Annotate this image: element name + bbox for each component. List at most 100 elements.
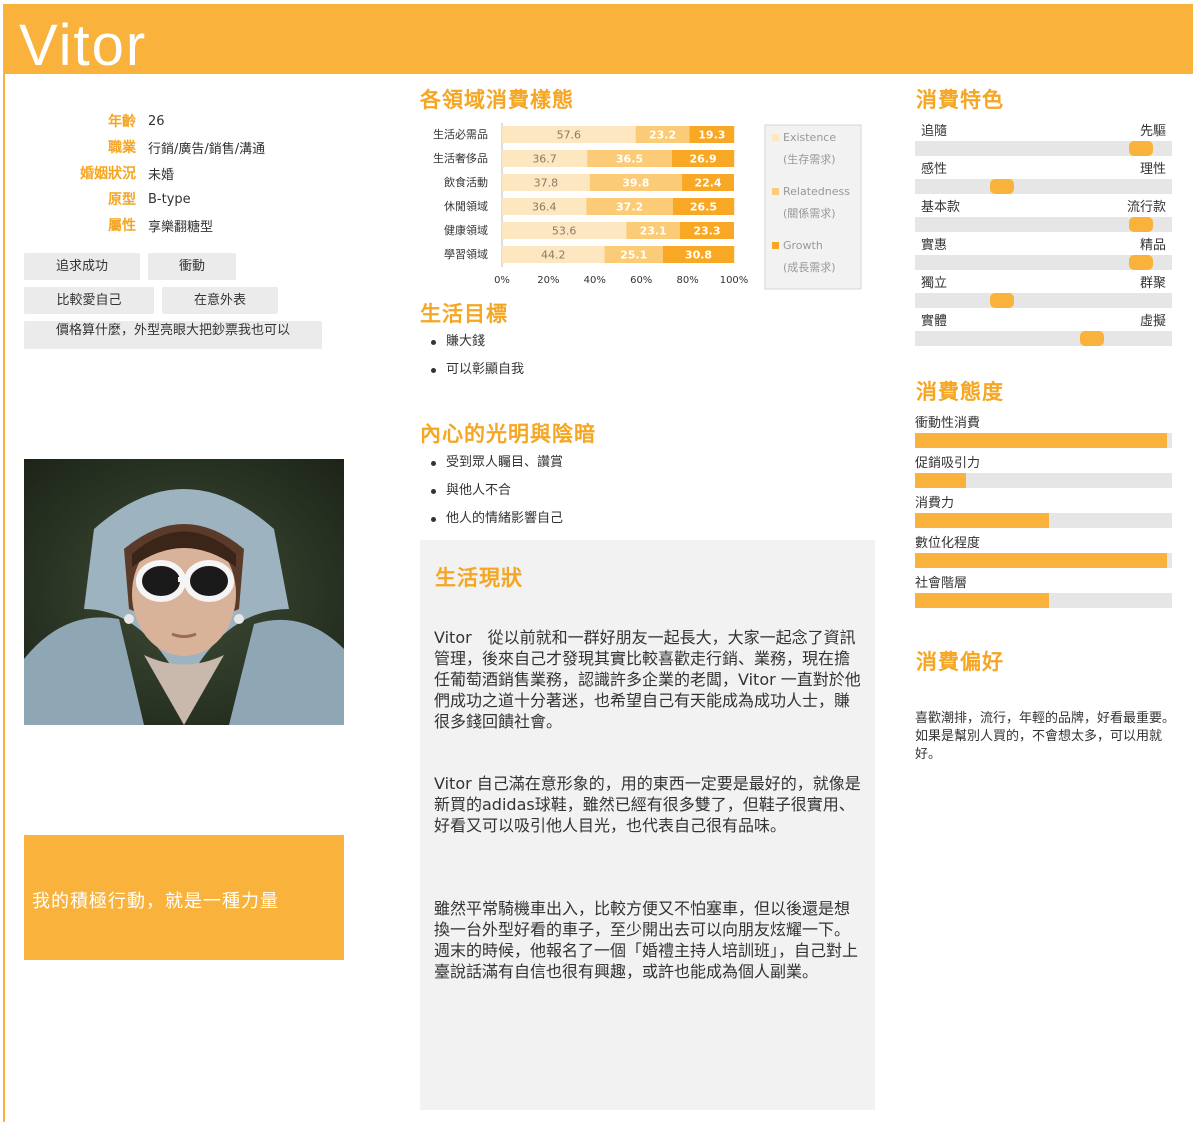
trait-left-label: 基本款 — [921, 200, 961, 215]
category-label: 學習領域 — [444, 247, 488, 261]
attitude-label: 數位化程度 — [915, 536, 981, 551]
trait-knob — [1129, 141, 1153, 156]
status-paragraph: 雖然平常騎機車出入，比較方便又不怕塞車，但以後還是想換一台外型好看的車子，至少開… — [434, 899, 859, 981]
tag-chip: 在意外表 — [162, 287, 278, 314]
trait-track — [915, 141, 1172, 156]
trait-left-label: 實體 — [921, 314, 948, 329]
profile-row-job: 職業 行銷/廣告/銷售/溝通 — [40, 134, 340, 160]
attitude-track — [915, 513, 1172, 528]
category-label: 休閒領域 — [444, 199, 488, 213]
legend-sublabel: (生存需求) — [783, 152, 836, 166]
trait-left-label: 實惠 — [921, 238, 948, 253]
profile-row-attribute: 屬性 享樂翻糖型 — [40, 212, 340, 238]
inner-list: 受到眾人矚目、讚賞 與他人不合 他人的情緒影響自己 — [420, 453, 563, 537]
legend-label: Relatedness — [783, 185, 850, 198]
life-goal-list: 賺大錢 可以彰顯自我 — [420, 332, 524, 388]
data-label: 26.9 — [689, 153, 716, 166]
profile-value: 未婚 — [148, 167, 175, 183]
quote-box: 我的積極行動，就是一種力量 — [24, 835, 344, 960]
profile-value: 26 — [148, 113, 165, 129]
attitude-label: 社會階層 — [915, 576, 968, 591]
trait-track — [915, 179, 1172, 194]
list-item: 他人的情緒影響自己 — [420, 509, 563, 537]
trait-right-label: 虛擬 — [1139, 314, 1166, 329]
trait-left-label: 獨立 — [921, 276, 948, 291]
data-label: 57.6 — [557, 129, 582, 142]
trait-left-label: 追隨 — [921, 124, 948, 139]
attitude-fill — [915, 513, 1049, 528]
x-tick-label: 20% — [537, 275, 559, 286]
trait-knob — [990, 179, 1014, 194]
status-title: 生活現狀 — [435, 566, 523, 590]
profile-key: 原型 — [108, 192, 136, 208]
trait-knob — [990, 293, 1014, 308]
list-item: 與他人不合 — [420, 481, 563, 509]
attitude-bar: 衝動性消費 — [915, 412, 1172, 452]
data-label: 44.2 — [541, 249, 566, 262]
x-tick-label: 60% — [630, 275, 652, 286]
profile-value: B-type — [148, 191, 191, 207]
attitude-label: 消費力 — [915, 496, 955, 511]
list-item: 受到眾人矚目、讚賞 — [420, 453, 563, 481]
attitude-track — [915, 473, 1172, 488]
traits-title: 消費特色 — [916, 88, 1004, 112]
legend-swatch — [772, 242, 779, 249]
legend-label: Growth — [783, 239, 823, 252]
trait-knob — [1129, 255, 1153, 270]
profile-row-archetype: 原型 B-type — [40, 186, 340, 212]
status-paragraph: Vitor 自己滿在意形象的，用的東西一定要是最好的，就像是新買的adidas球… — [434, 774, 861, 835]
trait-slider: 感性 理性 — [915, 158, 1172, 196]
preference-title: 消費偏好 — [916, 650, 1004, 674]
attitude-label: 衝動性消費 — [915, 416, 981, 431]
list-item: 可以彰顯自我 — [420, 360, 524, 388]
profile-info: 年齡 26 職業 行銷/廣告/銷售/溝通 婚姻狀況 未婚 原型 B-type 屬… — [40, 108, 340, 238]
data-label: 36.5 — [616, 153, 643, 166]
data-label: 30.8 — [685, 249, 712, 262]
data-label: 26.5 — [690, 201, 717, 214]
trait-slider: 追隨 先驅 — [915, 120, 1172, 158]
status-box: 生活現狀 Vitor 從以前就和一群好朋友一起長大，大家一起念了資訊管理，後來自… — [420, 540, 875, 1110]
attitude-fill — [915, 433, 1167, 448]
consumption-pattern-title: 各領域消費樣態 — [420, 88, 574, 112]
legend-swatch — [772, 188, 779, 195]
category-label: 飲食活動 — [444, 175, 488, 189]
quote-text: 我的積極行動，就是一種力量 — [32, 891, 279, 912]
profile-key: 年齡 — [108, 114, 136, 130]
data-label: 36.4 — [532, 201, 557, 214]
trait-right-label: 精品 — [1139, 238, 1166, 253]
trait-knob — [1129, 217, 1153, 232]
category-label: 生活必需品 — [433, 127, 488, 141]
persona-name: Vitor — [19, 13, 148, 78]
tag-chip: 價格算什麼，外型亮眼大把鈔票我也可以 — [24, 321, 322, 349]
attitude-bar: 社會階層 — [915, 572, 1172, 612]
trait-slider: 實惠 精品 — [915, 234, 1172, 272]
attitude-bar: 促銷吸引力 — [915, 452, 1172, 492]
tag-chip: 追求成功 — [24, 253, 140, 280]
category-label: 生活奢侈品 — [433, 151, 488, 165]
attitude-fill — [915, 553, 1167, 568]
life-goal-title: 生活目標 — [420, 302, 508, 326]
profile-key: 婚姻狀況 — [80, 166, 136, 182]
header-banner: Vitor — [3, 4, 1193, 78]
trait-slider: 基本款 流行款 — [915, 196, 1172, 234]
profile-key: 屬性 — [108, 218, 136, 234]
x-tick-label: 80% — [676, 275, 698, 286]
list-item: 賺大錢 — [420, 332, 524, 360]
attitude-bar: 消費力 — [915, 492, 1172, 532]
attitude-track — [915, 593, 1172, 608]
tag-chip: 衝動 — [148, 253, 236, 280]
profile-row-marital: 婚姻狀況 未婚 — [40, 160, 340, 186]
data-label: 36.7 — [532, 153, 557, 166]
x-tick-label: 40% — [584, 275, 606, 286]
legend-sublabel: (關係需求) — [783, 207, 836, 220]
tag-chip: 比較愛自己 — [24, 287, 154, 314]
attitude-title: 消費態度 — [916, 380, 1004, 404]
profile-row-age: 年齡 26 — [40, 108, 340, 134]
data-label: 37.2 — [616, 201, 643, 214]
legend-label: Existence — [783, 131, 836, 144]
attitude-track — [915, 433, 1172, 448]
data-label: 23.2 — [649, 129, 676, 142]
data-label: 19.3 — [698, 129, 725, 142]
data-label: 25.1 — [620, 249, 647, 262]
trait-slider: 實體 虛擬 — [915, 310, 1172, 348]
